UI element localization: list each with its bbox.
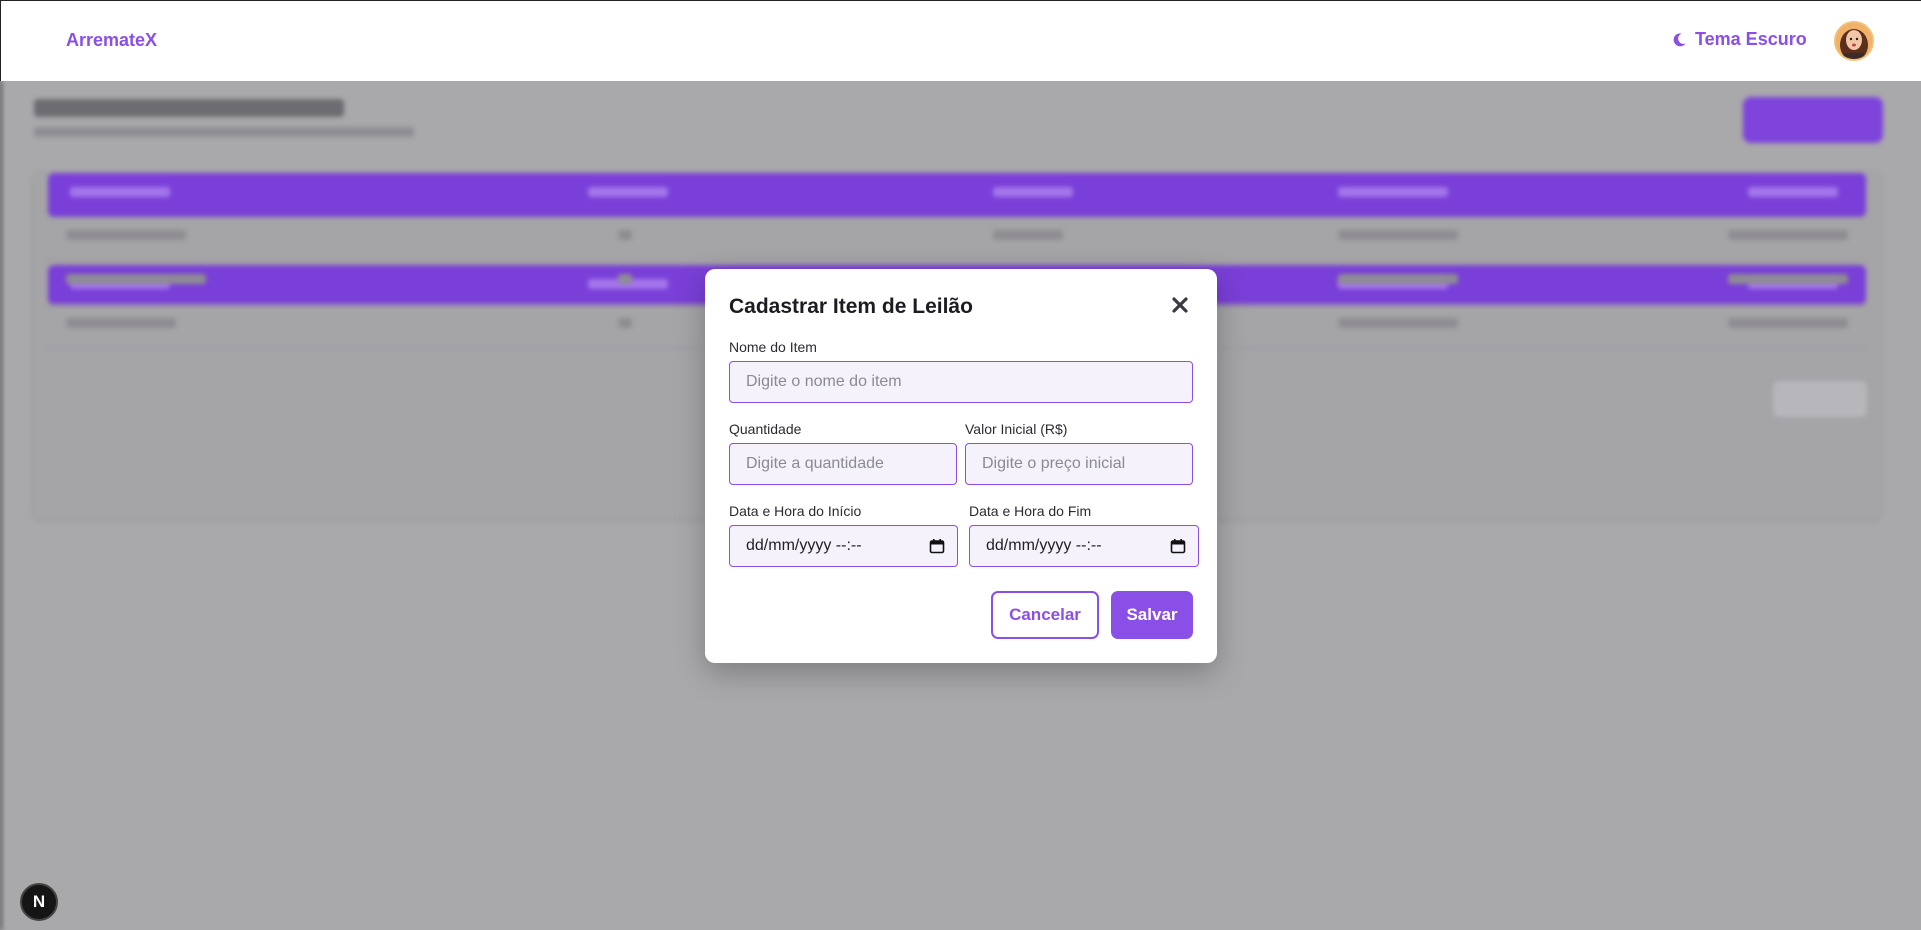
calendar-icon[interactable] (1170, 538, 1186, 554)
theme-toggle-label: Tema Escuro (1695, 29, 1807, 49)
quantity-input[interactable] (729, 443, 957, 485)
end-datetime-value: dd/mm/yyyy --:-- (986, 537, 1102, 554)
modal-title: Cadastrar Item de Leilão (729, 295, 973, 318)
save-button[interactable]: Salvar (1111, 591, 1193, 639)
cancel-button[interactable]: Cancelar (991, 591, 1099, 639)
start-datetime-label: Data e Hora do Início (729, 503, 862, 519)
theme-toggle-button[interactable]: Tema Escuro (1671, 29, 1807, 50)
quantity-label: Quantidade (729, 421, 802, 437)
item-name-input[interactable] (729, 361, 1193, 403)
calendar-icon[interactable] (929, 538, 945, 554)
app-header: ArremateX Tema Escuro (0, 0, 1921, 81)
nextjs-dev-indicator[interactable]: N (20, 883, 58, 921)
end-datetime-label: Data e Hora do Fim (969, 503, 1092, 519)
close-icon (1172, 297, 1188, 313)
avatar-image (1836, 23, 1872, 59)
user-avatar[interactable] (1834, 21, 1874, 61)
start-datetime-value: dd/mm/yyyy --:-- (746, 537, 862, 554)
create-item-modal: Cadastrar Item de Leilão Nome do Item Qu… (705, 269, 1217, 663)
start-datetime-input[interactable]: dd/mm/yyyy --:-- (729, 525, 958, 567)
brand-logo[interactable]: ArremateX (66, 30, 157, 51)
initial-price-label: Valor Inicial (R$) (965, 421, 1068, 437)
end-datetime-input[interactable]: dd/mm/yyyy --:-- (969, 525, 1199, 567)
item-name-label: Nome do Item (729, 339, 817, 355)
initial-price-input[interactable] (965, 443, 1193, 485)
moon-icon (1673, 32, 1686, 46)
close-modal-button[interactable] (1169, 295, 1191, 317)
